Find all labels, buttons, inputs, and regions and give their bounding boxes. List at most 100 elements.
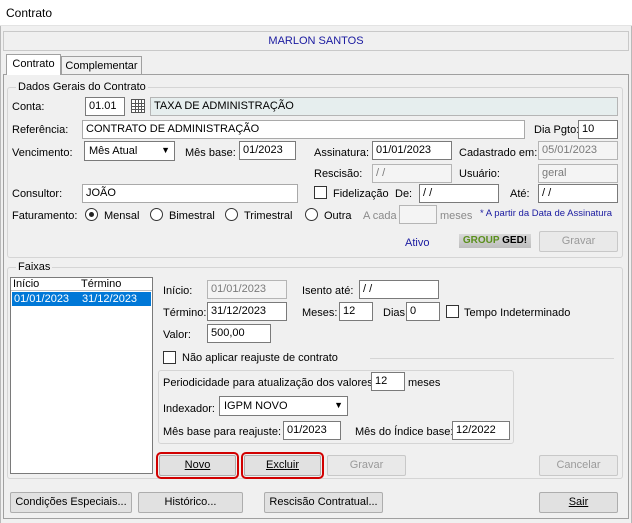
- fidelizacao-checkbox[interactable]: [314, 186, 327, 199]
- vencimento-select[interactable]: Mês Atual ▼: [84, 141, 175, 161]
- isento-label: Isento até:: [302, 285, 354, 297]
- novo-button[interactable]: Novo: [156, 452, 239, 479]
- periodicidade-label: Periodicidade para atualização dos valor…: [163, 377, 376, 389]
- faixa-inicio-label: Início:: [163, 285, 193, 297]
- faixa-meses-input[interactable]: 12: [339, 302, 373, 321]
- indexador-label: Indexador:: [163, 403, 215, 415]
- de-label: De:: [395, 188, 413, 200]
- faturamento-label: Faturamento:: [12, 210, 78, 222]
- mes-base-reajuste-input[interactable]: 01/2023: [283, 421, 341, 440]
- status-text: Ativo: [405, 237, 430, 249]
- faturamento-trimestral-radio[interactable]: [225, 208, 238, 221]
- gravar-faixa-button[interactable]: Gravar: [327, 455, 406, 476]
- rescisao-field: / /: [372, 164, 452, 183]
- faixa-dias-label: Dias:: [383, 307, 409, 319]
- faixa-row-termino: 31/12/2023: [82, 293, 138, 305]
- faturamento-outra-radio[interactable]: [305, 208, 318, 221]
- faixa-meses-label: Meses:: [302, 307, 338, 319]
- chevron-down-icon: ▼: [334, 400, 343, 410]
- tab-complementar[interactable]: Complementar: [61, 56, 142, 74]
- historico-button[interactable]: Histórico...: [138, 492, 243, 513]
- lookup-grid-icon[interactable]: [131, 99, 145, 113]
- window-titlebar: Contrato: [0, 0, 632, 26]
- valor-input[interactable]: 500,00: [207, 324, 271, 343]
- conta-description-field: TAXA DE ADMINISTRAÇÃO: [150, 97, 618, 116]
- valor-label: Valor:: [163, 329, 191, 341]
- referencia-input[interactable]: CONTRATO DE ADMINISTRAÇÃO: [82, 120, 525, 139]
- group-ged-logo: GROUP GED!: [459, 234, 531, 248]
- usuario-label: Usuário:: [459, 168, 500, 180]
- mes-base-reajuste-label: Mês base para reajuste:: [163, 426, 282, 438]
- assinatura-label: Assinatura:: [314, 147, 370, 159]
- faixa-termino-input[interactable]: 31/12/2023: [207, 302, 287, 321]
- novo-button-label: Novo: [184, 459, 211, 471]
- ate-label: Até:: [510, 188, 530, 200]
- indexador-select[interactable]: IGPM NOVO ▼: [219, 396, 348, 416]
- mes-indice-label: Mês do Índice base:: [355, 426, 454, 438]
- a-cada-label: A cada: [363, 210, 397, 222]
- fidelizacao-ate-input[interactable]: / /: [538, 184, 618, 203]
- faturamento-bimestral-radio[interactable]: [150, 208, 163, 221]
- gravar-contrato-button[interactable]: Gravar: [539, 231, 618, 252]
- a-cada-input: [399, 205, 437, 224]
- consultor-label: Consultor:: [12, 188, 63, 200]
- conta-code-input[interactable]: 01.01: [85, 97, 125, 116]
- nao-aplicar-reajuste-label: Não aplicar reajuste de contrato: [182, 352, 338, 364]
- customer-name-bar: MARLON SANTOS: [3, 31, 629, 51]
- cadastrado-label: Cadastrado em:: [459, 147, 538, 159]
- fidelizacao-label: Fidelização: [333, 188, 389, 200]
- col-termino-header[interactable]: Término: [81, 278, 121, 290]
- mes-indice-input[interactable]: 12/2022: [452, 421, 510, 440]
- mensal-label: Mensal: [104, 210, 140, 222]
- vencimento-value: Mês Atual: [89, 145, 138, 157]
- excluir-button[interactable]: Excluir: [241, 452, 324, 479]
- consultor-input[interactable]: JOÃO: [82, 184, 298, 203]
- tempo-indeterminado-checkbox[interactable]: [446, 305, 459, 318]
- meses-label: meses: [440, 210, 473, 222]
- nao-aplicar-reajuste-checkbox[interactable]: [163, 351, 176, 364]
- cadastrado-field: 05/01/2023: [538, 141, 618, 160]
- assinatura-note: * A partir da Data de Assinatura: [480, 208, 613, 219]
- usuario-field: geral: [538, 164, 618, 183]
- rescisao-label: Rescisão:: [314, 168, 363, 180]
- faixas-list-header: Início Término: [11, 278, 152, 291]
- logo-text: GED!: [502, 235, 528, 246]
- isento-input[interactable]: / /: [359, 280, 439, 299]
- faixa-row[interactable]: 01/01/2023 31/12/2023: [12, 292, 151, 306]
- outra-label: Outra: [324, 210, 352, 222]
- chevron-down-icon: ▼: [161, 145, 170, 155]
- fidelizacao-de-input[interactable]: / /: [419, 184, 499, 203]
- vencimento-label: Vencimento:: [12, 147, 73, 159]
- rescisao-contratual-button[interactable]: Rescisão Contratual...: [264, 492, 383, 513]
- dia-pgto-label: Dia Pgto:: [534, 124, 580, 136]
- col-inicio-header[interactable]: Início: [13, 278, 39, 290]
- indexador-value: IGPM NOVO: [224, 400, 288, 412]
- sair-button-label: Sair: [568, 496, 589, 508]
- faixa-row-inicio: 01/01/2023: [14, 293, 70, 305]
- tempo-indeterminado-label: Tempo Indeterminado: [464, 307, 571, 319]
- tab-contrato[interactable]: Contrato: [6, 54, 61, 75]
- faturamento-mensal-radio[interactable]: [85, 208, 98, 221]
- periodicidade-input[interactable]: 12: [371, 372, 405, 391]
- excluir-button-label: Excluir: [265, 459, 299, 471]
- trimestral-label: Trimestral: [244, 210, 293, 222]
- conta-label: Conta:: [12, 101, 45, 113]
- condicoes-especiais-button[interactable]: Condições Especiais...: [10, 492, 132, 513]
- referencia-label: Referência:: [12, 124, 69, 136]
- mes-base-label: Mês base:: [185, 147, 236, 159]
- assinatura-input[interactable]: 01/01/2023: [372, 141, 452, 160]
- dia-pgto-input[interactable]: 10: [578, 120, 618, 139]
- dados-gerais-legend: Dados Gerais do Contrato: [18, 81, 146, 93]
- faixa-termino-label: Término:: [163, 307, 207, 319]
- faixas-list[interactable]: Início Término 01/01/2023 31/12/2023: [10, 277, 153, 474]
- faixa-dias-input[interactable]: 0: [406, 302, 440, 321]
- mes-base-input[interactable]: 01/2023: [239, 141, 296, 160]
- faixa-inicio-field: 01/01/2023: [207, 280, 287, 299]
- reajuste-separator: [370, 358, 614, 359]
- cancelar-button[interactable]: Cancelar: [539, 455, 618, 476]
- periodicidade-unit: meses: [408, 377, 441, 389]
- window-title: Contrato: [6, 6, 53, 20]
- faixas-legend: Faixas: [18, 261, 51, 273]
- bimestral-label: Bimestral: [169, 210, 215, 222]
- sair-button[interactable]: Sair: [539, 492, 618, 513]
